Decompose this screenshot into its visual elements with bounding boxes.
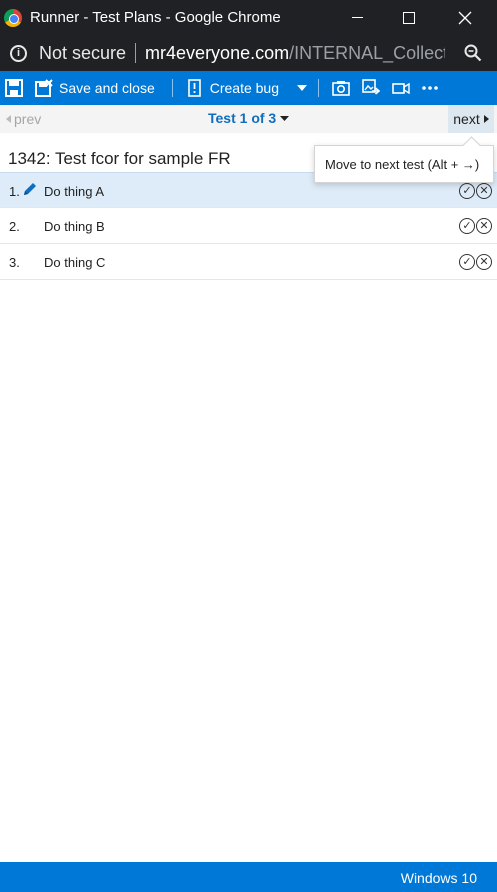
capture-screenshot-button[interactable] (332, 71, 350, 105)
fail-step-icon[interactable]: ✕ (476, 254, 492, 270)
step-number: 1. (9, 184, 20, 199)
address-divider (135, 43, 137, 63)
status-bar: Windows 10 (0, 862, 497, 892)
pass-step-icon[interactable]: ✓ (459, 218, 475, 234)
step-text: Do thing B (44, 219, 105, 234)
prev-test-button[interactable]: prev (6, 111, 41, 127)
step-text: Do thing A (44, 184, 104, 199)
zoom-icon[interactable] (464, 44, 482, 62)
test-position-dropdown[interactable]: Test 1 of 3 (208, 110, 290, 126)
save-icon-button[interactable] (5, 71, 23, 105)
record-screen-button[interactable] (392, 71, 410, 105)
close-window-button[interactable] (442, 0, 488, 35)
runner-toolbar: Save and close Create bug (0, 71, 497, 105)
close-icon (458, 11, 472, 24)
test-step[interactable]: 2. Do thing B ✓ ✕ (0, 208, 497, 244)
chevron-down-icon (297, 85, 308, 91)
test-case-title: 1342: Test fcor for sample FR (8, 149, 231, 168)
create-bug-label: Create bug (209, 80, 280, 96)
create-bug-dropdown[interactable] (297, 71, 308, 105)
more-options-button[interactable] (422, 71, 438, 105)
chevron-right-icon (483, 115, 489, 123)
info-icon[interactable]: i (10, 44, 27, 62)
video-icon (392, 82, 410, 95)
minimize-icon (351, 17, 363, 18)
save-icon (5, 79, 23, 97)
toolbar-divider (318, 79, 320, 97)
step-result-actions: ✓ ✕ (459, 218, 492, 234)
status-text: Windows 10 (400, 870, 477, 886)
address-bar[interactable]: i Not secure mr4everyone.com/INTERNAL_Co… (0, 35, 497, 71)
url-path: /INTERNAL_Collect... (289, 42, 445, 63)
step-number: 2. (9, 219, 20, 234)
image-action-icon (362, 79, 381, 95)
minimize-button[interactable] (334, 0, 380, 35)
test-position-label: Test 1 of 3 (208, 110, 277, 126)
step-result-actions: ✓ ✕ (459, 254, 492, 270)
prev-label: prev (14, 111, 42, 127)
step-result-actions: ✓ ✕ (459, 183, 492, 199)
next-label: next (453, 111, 480, 127)
window-title: Runner - Test Plans - Google Chrome (30, 9, 281, 26)
test-steps-list: 1. Do thing A ✓ ✕ 2. Do thing B ✓ ✕ 3. D… (0, 172, 497, 280)
save-and-close-label: Save and close (59, 80, 155, 96)
step-text: Do thing C (44, 255, 106, 270)
bug-icon (187, 79, 201, 97)
next-test-tooltip: Move to next test (Alt + →) (314, 145, 494, 183)
chevron-left-icon (6, 115, 11, 123)
fail-step-icon[interactable]: ✕ (476, 183, 492, 199)
tooltip-text: Move to next test (Alt + →) (325, 156, 480, 172)
image-action-button[interactable] (362, 71, 381, 105)
pencil-icon (24, 183, 36, 195)
browser-title-bar: Runner - Test Plans - Google Chrome (0, 0, 497, 35)
save-close-icon (35, 79, 53, 97)
camera-icon (332, 81, 350, 96)
step-number: 3. (9, 255, 20, 270)
test-step[interactable]: 3. Do thing C ✓ ✕ (0, 244, 497, 280)
next-test-button[interactable]: next (448, 105, 494, 133)
fail-step-icon[interactable]: ✕ (476, 218, 492, 234)
chrome-logo-icon (4, 8, 22, 27)
maximize-button[interactable] (386, 0, 432, 35)
security-label[interactable]: Not secure (39, 43, 126, 64)
url-host: mr4everyone.com (145, 42, 290, 63)
chevron-down-icon (280, 115, 290, 121)
maximize-icon (403, 11, 415, 24)
toolbar-divider (171, 79, 173, 97)
create-bug-button[interactable]: Create bug (186, 71, 279, 105)
pass-step-icon[interactable]: ✓ (459, 254, 475, 270)
test-navigation-bar: prev Test 1 of 3 next (0, 105, 497, 133)
more-icon (422, 86, 438, 90)
url-field[interactable]: mr4everyone.com/INTERNAL_Collect... (145, 43, 445, 64)
save-and-close-button[interactable]: Save and close (35, 71, 155, 105)
pass-step-icon[interactable]: ✓ (459, 183, 475, 199)
